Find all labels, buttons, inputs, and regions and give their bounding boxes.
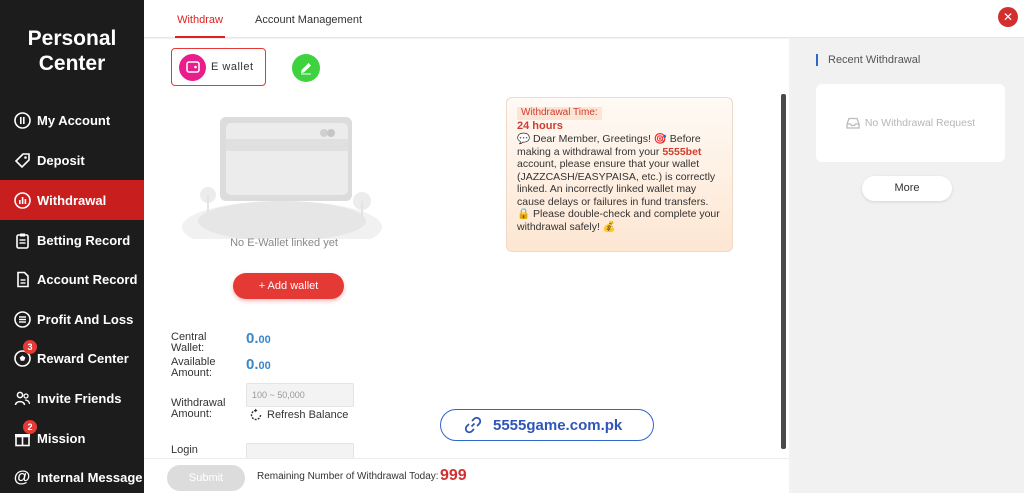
tab-account-management[interactable]: Account Management xyxy=(255,0,362,38)
sidebar-item-label: Deposit xyxy=(37,152,85,168)
empty-wallet-illustration xyxy=(182,117,382,239)
add-wallet-button[interactable]: + Add wallet xyxy=(233,273,344,299)
sidebar-item-profit-and-loss[interactable]: Profit And Loss xyxy=(0,299,144,339)
inbox-icon xyxy=(846,117,860,129)
site-link[interactable]: 5555game.com.pk xyxy=(440,409,654,441)
central-wallet-label-line2: Wallet: xyxy=(171,342,205,354)
sidebar-item-label: Reward Center xyxy=(37,350,129,366)
withdraw-panel: E wallet No E-Wallet linked yet + Add wa… xyxy=(144,39,789,493)
user-circle-icon xyxy=(13,111,31,129)
sidebar-item-my-account[interactable]: My Account xyxy=(0,100,144,140)
withdrawal-amount-label-line2: Amount: xyxy=(171,408,212,420)
wallet-icon xyxy=(179,53,206,81)
central-wallet-int: 0. xyxy=(246,330,259,347)
central-wallet-dec: 00 xyxy=(258,334,271,346)
sidebar-title-line2: Center xyxy=(38,52,106,75)
tab-withdraw[interactable]: Withdraw xyxy=(175,0,225,38)
notice-body: 💬 Dear Member, Greetings! 🎯 Before makin… xyxy=(517,133,722,233)
sidebar-item-label: My Account xyxy=(37,112,111,128)
login-label: Login xyxy=(171,444,198,456)
people-icon xyxy=(13,389,31,407)
submit-button[interactable]: Submit xyxy=(167,465,245,491)
sidebar-title-line1: Personal xyxy=(27,27,117,50)
ewallet-label: E wallet xyxy=(211,61,254,73)
empty-withdrawal-box: No Withdrawal Request xyxy=(816,84,1005,162)
site-link-text: 5555game.com.pk xyxy=(493,416,623,434)
pencil-icon xyxy=(301,63,311,75)
sidebar-item-betting-record[interactable]: Betting Record xyxy=(0,220,144,260)
sidebar-item-label: Internal Message xyxy=(37,469,143,485)
no-wallet-text: No E-Wallet linked yet xyxy=(230,237,338,249)
available-amount-value: 0.00 xyxy=(246,356,271,373)
link-icon xyxy=(464,416,482,434)
withdrawal-amount-input[interactable]: 100 ~ 50,000 xyxy=(246,383,354,407)
sidebar-item-account-record[interactable]: Account Record xyxy=(0,259,144,299)
available-dec: 00 xyxy=(258,360,271,372)
remaining-withdrawals-label: Remaining Number of Withdrawal Today: xyxy=(257,471,439,482)
refresh-balance-label: Refresh Balance xyxy=(267,409,349,421)
submit-bar: Submit Remaining Number of Withdrawal To… xyxy=(144,458,789,493)
ewallet-method-tab[interactable]: E wallet xyxy=(171,48,266,86)
recent-withdrawal-title: Recent Withdrawal xyxy=(816,54,920,66)
sidebar-item-label: Invite Friends xyxy=(37,390,122,406)
notice-title: Withdrawal Time: xyxy=(517,107,602,120)
available-label-line2: Amount: xyxy=(171,367,212,379)
available-amount-label: Available Amount: xyxy=(171,357,215,379)
scrollbar[interactable] xyxy=(781,94,786,449)
refresh-balance-button[interactable]: Refresh Balance xyxy=(249,408,348,422)
reward-center-badge: 3 xyxy=(23,340,37,354)
available-int: 0. xyxy=(246,356,259,373)
list-icon xyxy=(13,310,31,328)
sidebar-item-internal-message[interactable]: @ Internal Message xyxy=(0,457,144,493)
mission-badge: 2 xyxy=(23,420,37,434)
top-tab-bar: Withdraw Account Management ✕ xyxy=(144,0,1024,38)
remaining-withdrawals-count: 999 xyxy=(440,467,467,484)
notice-body-part2: account, please ensure that your wallet … xyxy=(517,158,720,233)
login-password-input[interactable] xyxy=(246,443,354,459)
notice-hours: 24 hours xyxy=(517,119,563,132)
sidebar-item-label: Withdrawal xyxy=(37,192,107,208)
central-wallet-value: 0.00 xyxy=(246,330,271,347)
refresh-icon xyxy=(250,408,262,421)
file-icon xyxy=(13,270,31,288)
more-button[interactable]: More xyxy=(862,176,952,201)
sidebar-item-label: Account Record xyxy=(37,271,138,287)
central-wallet-label: Central Wallet: xyxy=(171,332,206,354)
sidebar-item-mission[interactable]: 2 Mission xyxy=(0,418,144,458)
close-button[interactable]: ✕ xyxy=(998,7,1018,27)
sidebar: Personal Center My Account Deposit Withd… xyxy=(0,0,144,493)
empty-withdrawal-text: No Withdrawal Request xyxy=(864,117,976,129)
tag-icon xyxy=(13,151,31,169)
notice-brand: 5555bet xyxy=(662,145,702,158)
sidebar-item-deposit[interactable]: Deposit xyxy=(0,140,144,180)
bar-chart-icon xyxy=(13,191,31,209)
sidebar-item-label: Profit And Loss xyxy=(37,311,134,327)
sidebar-item-reward-center[interactable]: 3 Reward Center xyxy=(0,338,144,378)
sidebar-item-label: Mission xyxy=(37,430,86,446)
sidebar-item-invite-friends[interactable]: Invite Friends xyxy=(0,378,144,418)
sidebar-item-label: Betting Record xyxy=(37,232,131,248)
recent-withdrawal-panel: Recent Withdrawal No Withdrawal Request … xyxy=(792,39,1024,493)
withdrawal-amount-label: Withdrawal Amount: xyxy=(171,398,225,420)
gift-icon: 2 xyxy=(13,420,37,447)
edit-button[interactable] xyxy=(292,54,320,82)
sidebar-item-withdrawal[interactable]: Withdrawal xyxy=(0,180,144,220)
sidebar-title: Personal Center xyxy=(0,26,144,76)
withdrawal-notice: Withdrawal Time: 24 hours 💬 Dear Member,… xyxy=(506,97,733,252)
at-icon: @ xyxy=(13,467,31,486)
soccer-ball-icon: 3 xyxy=(13,340,37,367)
clipboard-icon xyxy=(13,231,31,249)
